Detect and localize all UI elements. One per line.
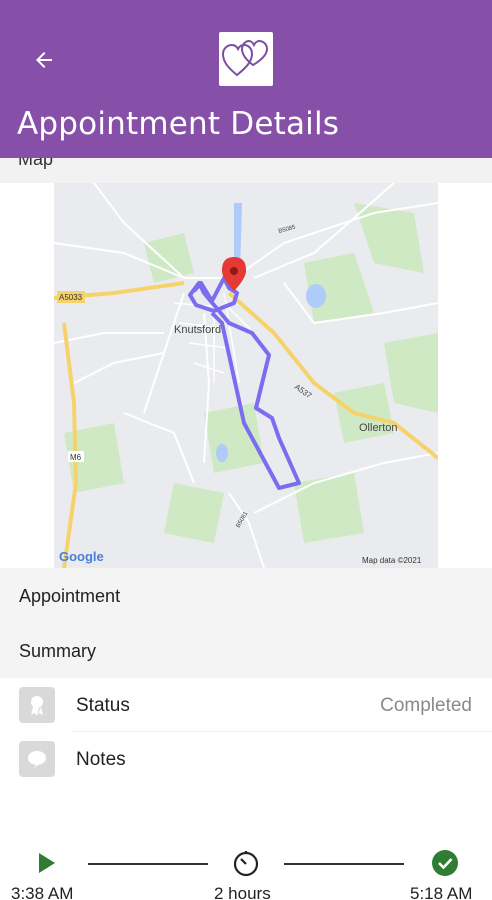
map-label-village: Ollerton (359, 422, 398, 434)
app-bar: Appointment Details (0, 0, 492, 158)
map-label-road-m6: M6 (70, 453, 82, 462)
summary-section-label: Summary (19, 641, 97, 661)
check-circle-icon (430, 848, 460, 878)
duration: 2 hours (214, 884, 271, 900)
map-label-road-a5033: A5033 (59, 293, 83, 302)
map-label-town: Knutsford (174, 324, 221, 336)
map-section-label: Map (18, 158, 54, 169)
map-label-attribution: Map data ©2021 (362, 556, 422, 565)
status-value: Completed (380, 695, 472, 716)
timeline-line-left (88, 863, 208, 865)
map-section-header: Map (0, 158, 492, 183)
status-label: Status (76, 695, 130, 716)
arrow-left-icon (36, 52, 52, 68)
appointment-timeline: 3:38 AM 2 hours 5:18 AM (0, 840, 492, 900)
back-button[interactable] (22, 38, 66, 82)
notes-row[interactable]: Notes (0, 732, 492, 786)
summary-section-header: Summary (0, 623, 492, 678)
status-row: Status Completed (0, 678, 492, 732)
hearts-logo-icon (219, 32, 273, 86)
appointment-section-header: Appointment (0, 568, 492, 623)
timeline-line-right (284, 863, 404, 865)
map-label-google: Google (59, 549, 104, 564)
play-icon (31, 848, 61, 878)
start-time: 3:38 AM (11, 884, 74, 900)
route-map[interactable]: Knutsford Ollerton A537 B5085 B5081 Goog… (54, 183, 438, 568)
award-ribbon-icon (19, 687, 55, 723)
speech-bubble-icon (19, 741, 55, 777)
timer-icon (231, 848, 261, 878)
notes-label: Notes (76, 749, 126, 770)
page-title: Appointment Details (17, 106, 340, 142)
appointment-section-label: Appointment (19, 586, 121, 606)
end-time: 5:18 AM (410, 884, 473, 900)
